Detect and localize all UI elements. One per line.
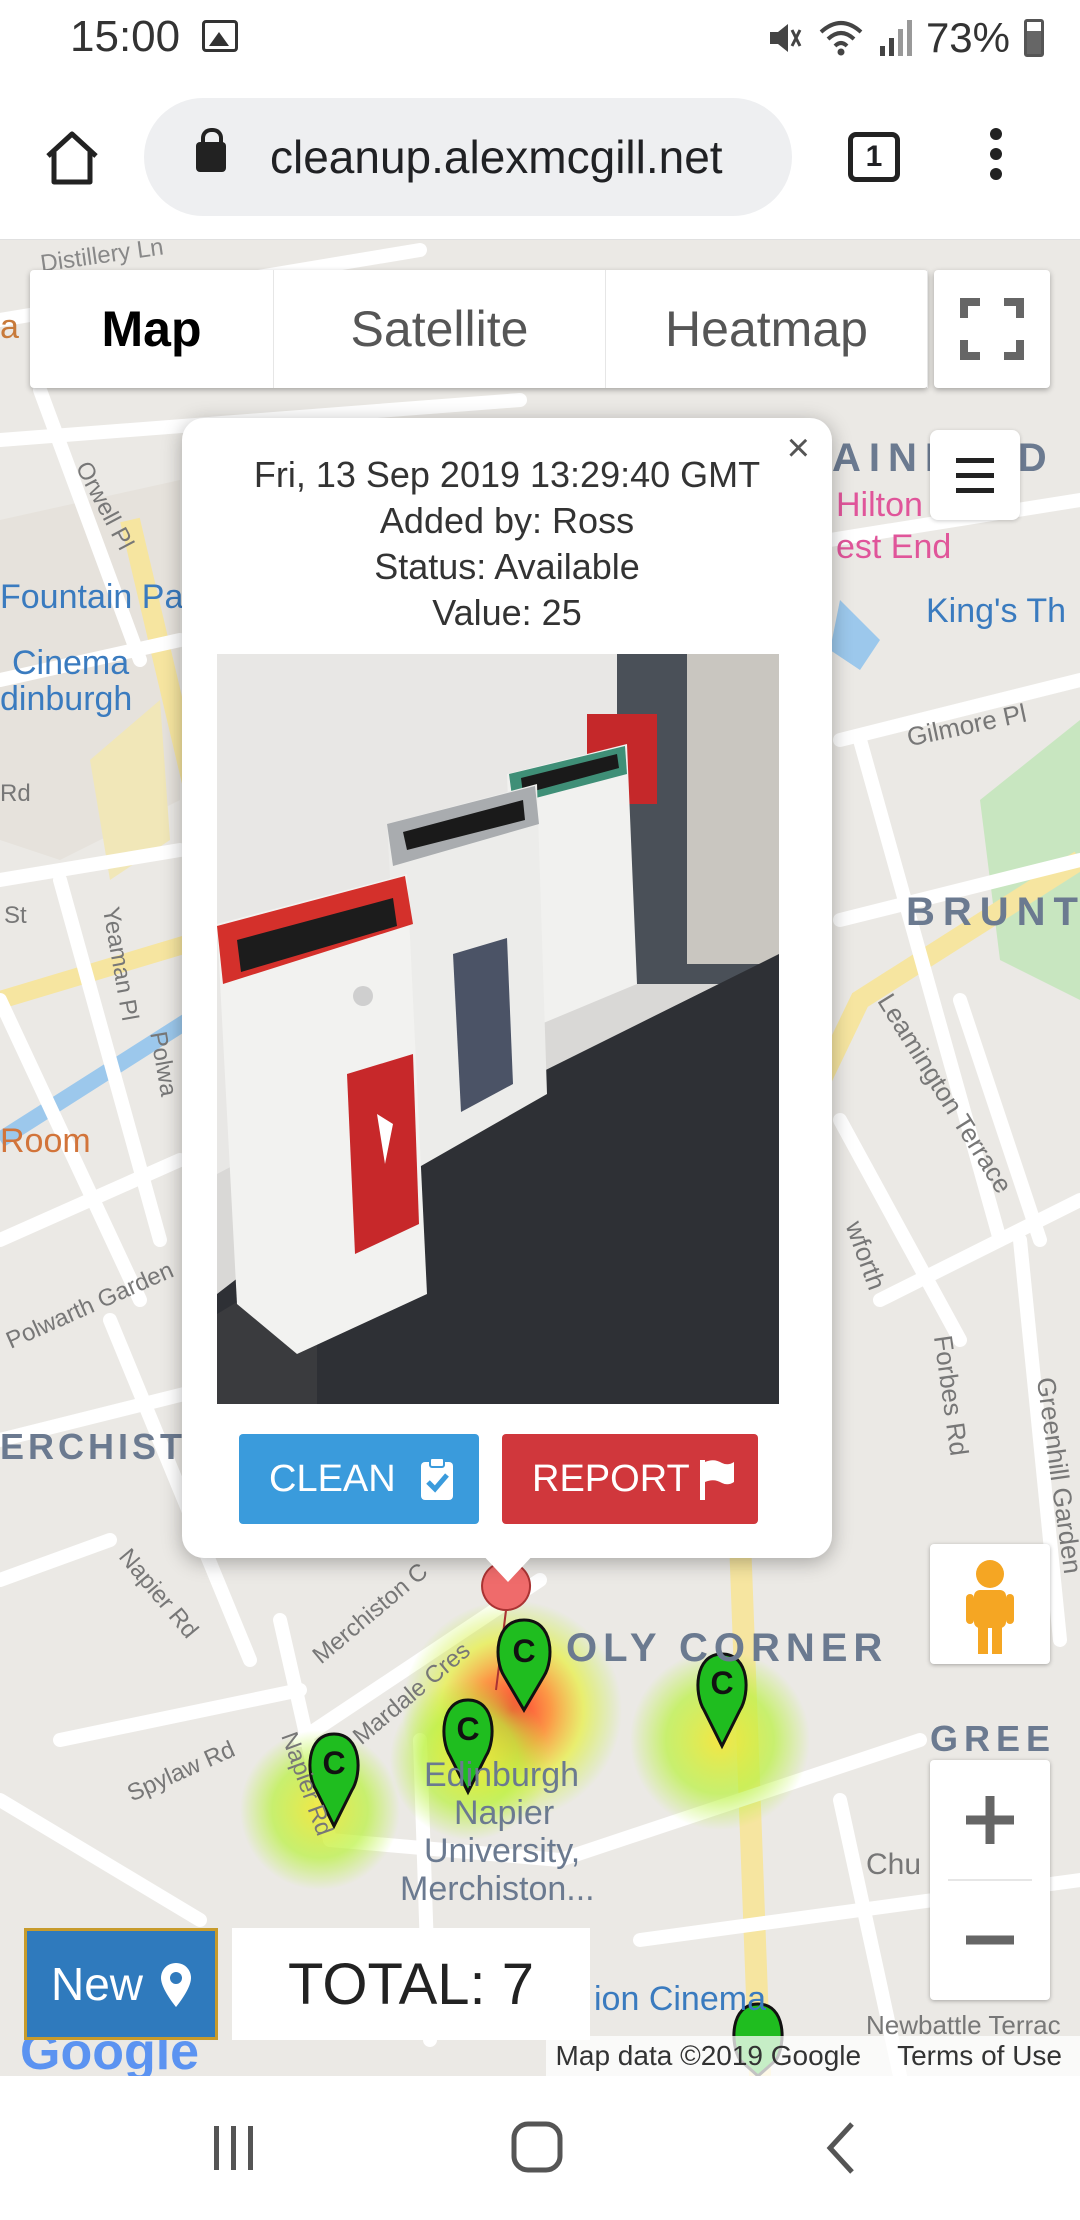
map-canvas[interactable]: C C C C Distillery Ln a Orwell Pl Founta… bbox=[0, 240, 1080, 2076]
new-report-button[interactable]: New bbox=[24, 1928, 218, 2040]
map-label: OLY CORNER bbox=[566, 1626, 889, 1670]
map-type-control: Map Satellite Heatmap bbox=[30, 270, 928, 388]
fullscreen-icon bbox=[960, 298, 1024, 360]
status-icons: 73% bbox=[764, 14, 1044, 62]
map-label: BRUNT bbox=[906, 890, 1080, 934]
map-label: GREE bbox=[930, 1718, 1057, 1759]
fullscreen-button[interactable] bbox=[934, 270, 1050, 388]
info-value: Value: 25 bbox=[432, 592, 582, 633]
map-label: Room bbox=[0, 1122, 91, 1160]
total-count: TOTAL: 7 bbox=[232, 1928, 590, 2040]
map-label: ERCHIST bbox=[0, 1426, 187, 1467]
map-type-satellite[interactable]: Satellite bbox=[274, 270, 606, 388]
map-label: Cinema bbox=[12, 644, 130, 682]
wifi-icon bbox=[819, 21, 863, 56]
zoom-in-button[interactable] bbox=[930, 1760, 1050, 1880]
report-label: REPORT bbox=[532, 1457, 690, 1500]
map-pin-icon bbox=[161, 1963, 191, 2007]
map-label: a bbox=[0, 308, 19, 346]
map-label: est End bbox=[836, 528, 952, 566]
clean-label: CLEAN bbox=[269, 1457, 396, 1500]
mute-icon bbox=[769, 24, 802, 52]
lock-icon bbox=[196, 128, 226, 172]
pegman-icon bbox=[966, 1560, 1014, 1654]
map-data-text[interactable]: Map data ©2019 Google bbox=[556, 2040, 862, 2072]
map-label: King's Th bbox=[926, 592, 1067, 630]
map-label: Hilton bbox=[836, 486, 923, 524]
browser-toolbar: cleanup.alexmcgill.net 1 bbox=[0, 76, 1080, 240]
battery-icon bbox=[1024, 19, 1044, 57]
svg-text:C: C bbox=[512, 1633, 535, 1669]
map-label: St bbox=[4, 902, 27, 929]
more-vert-icon[interactable] bbox=[980, 128, 1012, 188]
info-window-tail bbox=[480, 1552, 536, 1582]
flag-icon bbox=[700, 1460, 734, 1500]
terms-link[interactable]: Terms of Use bbox=[897, 2040, 1062, 2072]
address-bar[interactable]: cleanup.alexmcgill.net bbox=[144, 98, 792, 216]
report-button[interactable]: REPORT bbox=[502, 1434, 758, 1524]
status-bar: 15:00 73% bbox=[0, 0, 1080, 76]
zoom-control bbox=[930, 1760, 1050, 2000]
back-icon[interactable] bbox=[814, 2120, 874, 2176]
home-nav-icon[interactable] bbox=[508, 2120, 568, 2176]
info-added-by: Added by: Ross bbox=[379, 500, 635, 541]
litter-photo bbox=[217, 654, 779, 1404]
map-label: Edinburgh bbox=[424, 1756, 580, 1794]
street-view-pegman[interactable] bbox=[930, 1544, 1050, 1664]
map-type-map[interactable]: Map bbox=[30, 270, 274, 388]
map-label: University, bbox=[424, 1832, 581, 1870]
map-label: Fountain Pa bbox=[0, 578, 184, 616]
map-label: ion Cinema bbox=[594, 1980, 766, 2018]
clean-button[interactable]: CLEAN bbox=[239, 1434, 479, 1524]
map-label: Rd bbox=[0, 780, 31, 807]
map-label: Napier bbox=[454, 1794, 555, 1832]
info-details: Fri, 13 Sep 2019 13:29:40 GMT Added by: … bbox=[182, 452, 832, 636]
svg-text:C: C bbox=[322, 1745, 345, 1781]
signal-icon bbox=[879, 20, 912, 56]
recent-apps-icon[interactable] bbox=[204, 2120, 264, 2176]
plus-icon bbox=[966, 1796, 1014, 1844]
url-text[interactable]: cleanup.alexmcgill.net bbox=[270, 130, 723, 184]
map-label: dinburgh bbox=[0, 680, 133, 718]
menu-icon bbox=[930, 430, 1020, 493]
map-type-heatmap[interactable]: Heatmap bbox=[606, 270, 928, 388]
info-date: Fri, 13 Sep 2019 13:29:40 GMT bbox=[253, 454, 761, 495]
info-status: Status: Available bbox=[374, 546, 640, 587]
map-label: Merchiston... bbox=[400, 1870, 595, 1908]
minus-icon bbox=[966, 1935, 1014, 1945]
image-icon bbox=[202, 20, 238, 52]
status-time: 15:00 bbox=[70, 12, 181, 61]
map-attribution: Map data ©2019 Google Terms of Use bbox=[545, 2036, 1080, 2076]
zoom-out-button[interactable] bbox=[930, 1880, 1050, 2000]
home-icon[interactable] bbox=[40, 126, 104, 190]
svg-text:C: C bbox=[456, 1711, 479, 1747]
tabs-icon[interactable]: 1 bbox=[848, 132, 900, 182]
new-label: New bbox=[51, 1958, 144, 2010]
map-label: Chu bbox=[866, 1848, 922, 1881]
battery-percent: 73% bbox=[925, 14, 1010, 61]
clipboard-check-icon bbox=[421, 1457, 453, 1500]
layers-menu-button[interactable] bbox=[930, 430, 1020, 520]
system-nav-bar bbox=[0, 2076, 1080, 2220]
info-window: × Fri, 13 Sep 2019 13:29:40 GMT Added by… bbox=[182, 418, 832, 1558]
